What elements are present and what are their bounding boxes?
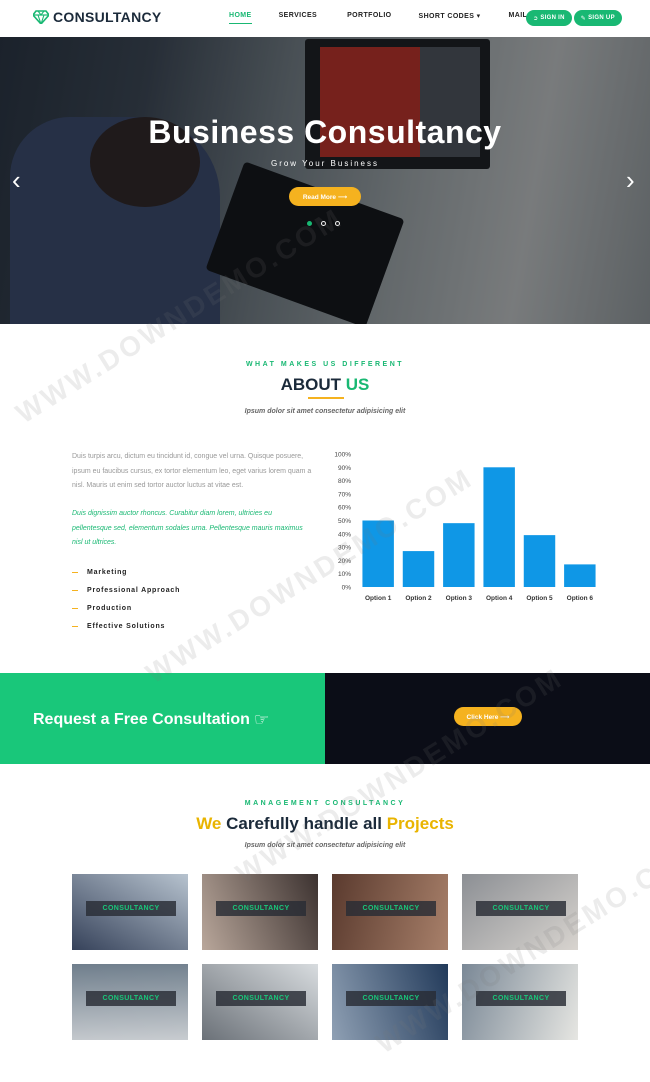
y-tick-label: 40% [338,531,351,538]
bar [443,523,475,587]
nav-short-codes[interactable]: SHORT CODES ▾ [419,12,481,24]
nav-services[interactable]: SERVICES [279,12,317,24]
y-tick-label: 100% [334,452,351,459]
click-here-button[interactable]: Click Here ⟶ [454,707,522,726]
project-tile-label: CONSULTANCY [476,901,566,916]
dash-icon [72,571,78,573]
nav-portfolio[interactable]: PORTFOLIO [347,12,391,24]
feature-list: Marketing Professional Approach Producti… [72,563,180,635]
x-tick-label: Option 1 [365,595,392,602]
dash-icon [72,589,78,591]
about-heading: ABOUT US [0,375,650,395]
projects-heading: We Carefully handle all Projects [0,814,650,834]
y-tick-label: 30% [338,545,351,552]
projects-tagline: Ipsum dolor sit amet consectetur adipisi… [244,842,406,849]
cta-text: Request a Free Consultation [33,711,250,728]
bar [402,551,435,587]
x-tick-label: Option 2 [405,595,432,602]
project-tile[interactable]: CONSULTANCY [72,874,188,950]
sign-in-button[interactable]: ➲ SIGN IN [526,10,572,26]
feature-item: Professional Approach [72,581,180,599]
project-tile-label: CONSULTANCY [346,901,436,916]
nav-home[interactable]: HOME [229,12,252,24]
about-paragraph: Duis turpis arcu, dictum eu tincidunt id… [72,453,312,490]
bar [523,535,556,587]
logo[interactable]: CONSULTANCY [33,9,162,25]
hand-pointer-icon: ☞ [253,710,270,729]
sign-up-button[interactable]: ✎ SIGN UP [573,10,622,26]
x-tick-label: Option 4 [486,595,513,602]
project-tile-label: CONSULTANCY [216,901,306,916]
bar-chart: 0% 10% 20% 30% 40% 50% 60% 70% 80% 90% 100% Option … [334,452,596,602]
about-heading-main: ABOUT [280,375,346,394]
y-tick-label: 20% [338,558,351,565]
dash-icon [72,607,78,609]
project-tile-label: CONSULTANCY [346,991,436,1006]
hero-slider: ‹ › [0,37,650,324]
project-tile-label: CONSULTANCY [216,991,306,1006]
y-tick-label: 10% [338,571,351,578]
sign-in-label: SIGN IN [540,15,565,21]
prev-slide-arrow[interactable]: ‹ [12,165,21,196]
cta-heading: Request a Free Consultation ☞ [33,710,269,730]
project-tile[interactable]: CONSULTANCY [332,874,448,950]
y-tick-label: 90% [338,465,351,472]
slide-dot[interactable] [307,221,312,226]
about-tagline: Ipsum dolor sit amet consectetur adipisi… [244,408,406,415]
feature-item: Marketing [72,563,180,581]
y-tick-label: 0% [342,585,352,592]
slide-dot[interactable] [335,221,340,226]
y-tick-label: 80% [338,478,351,485]
project-tile[interactable]: CONSULTANCY [72,964,188,1040]
read-more-button[interactable]: Read More ⟶ [289,187,361,206]
project-tile[interactable]: CONSULTANCY [462,964,578,1040]
project-tile[interactable]: CONSULTANCY [462,874,578,950]
sign-in-icon: ➲ [533,15,539,22]
project-tile[interactable]: CONSULTANCY [332,964,448,1040]
about-eyebrow: WHAT MAKES US DIFFERENT [245,361,405,368]
auth-buttons: ➲ SIGN IN ✎ SIGN UP [526,10,622,26]
heading-underline [308,397,344,399]
about-paragraph-highlight: Duis dignissim auctor rhoncus. Curabitur… [72,510,303,547]
project-tile-label: CONSULTANCY [86,991,176,1006]
main-menu: HOME SERVICES PORTFOLIO SHORT CODES ▾ MA… [229,12,540,24]
feature-item: Production [72,599,180,617]
y-tick-label: 50% [338,518,351,525]
feature-label: Production [87,604,132,612]
top-navbar: CONSULTANCY HOME SERVICES PORTFOLIO SHOR… [0,0,650,37]
project-grid: CONSULTANCY CONSULTANCY CONSULTANCY CONSULT… [72,874,580,1040]
heading-projects: Projects [386,814,454,833]
bar [483,467,515,587]
bar [362,520,394,587]
slider-dots [307,221,340,226]
feature-label: Professional Approach [87,586,181,594]
hero-subtitle: Grow Your Business [270,159,380,168]
slide-dot[interactable] [321,221,326,226]
feature-item: Effective Solutions [72,617,180,635]
bar [564,564,596,587]
about-heading-accent: US [345,375,370,394]
hero-title: Business Consultancy [148,114,502,150]
feature-label: Effective Solutions [87,622,166,630]
next-slide-arrow[interactable]: › [626,165,635,196]
x-tick-label: Option 3 [446,595,473,602]
x-tick-label: Option 6 [567,595,594,602]
project-tile-label: CONSULTANCY [86,901,176,916]
hero-overlay [0,37,650,324]
project-tile[interactable]: CONSULTANCY [202,964,318,1040]
project-tile[interactable]: CONSULTANCY [202,874,318,950]
feature-label: Marketing [87,568,128,576]
heading-mid: Carefully handle all [221,814,387,833]
x-tick-label: Option 5 [526,595,553,602]
brand-name: CONSULTANCY [53,9,162,25]
diamond-icon [33,10,49,24]
projects-eyebrow: MANAGEMENT CONSULTANCY [244,800,406,807]
edit-icon: ✎ [580,15,587,22]
project-tile-label: CONSULTANCY [476,991,566,1006]
y-tick-label: 70% [338,491,351,498]
y-tick-label: 60% [338,505,351,512]
heading-we: We [196,814,222,833]
dash-icon [72,625,78,627]
sign-up-label: SIGN UP [588,15,615,21]
